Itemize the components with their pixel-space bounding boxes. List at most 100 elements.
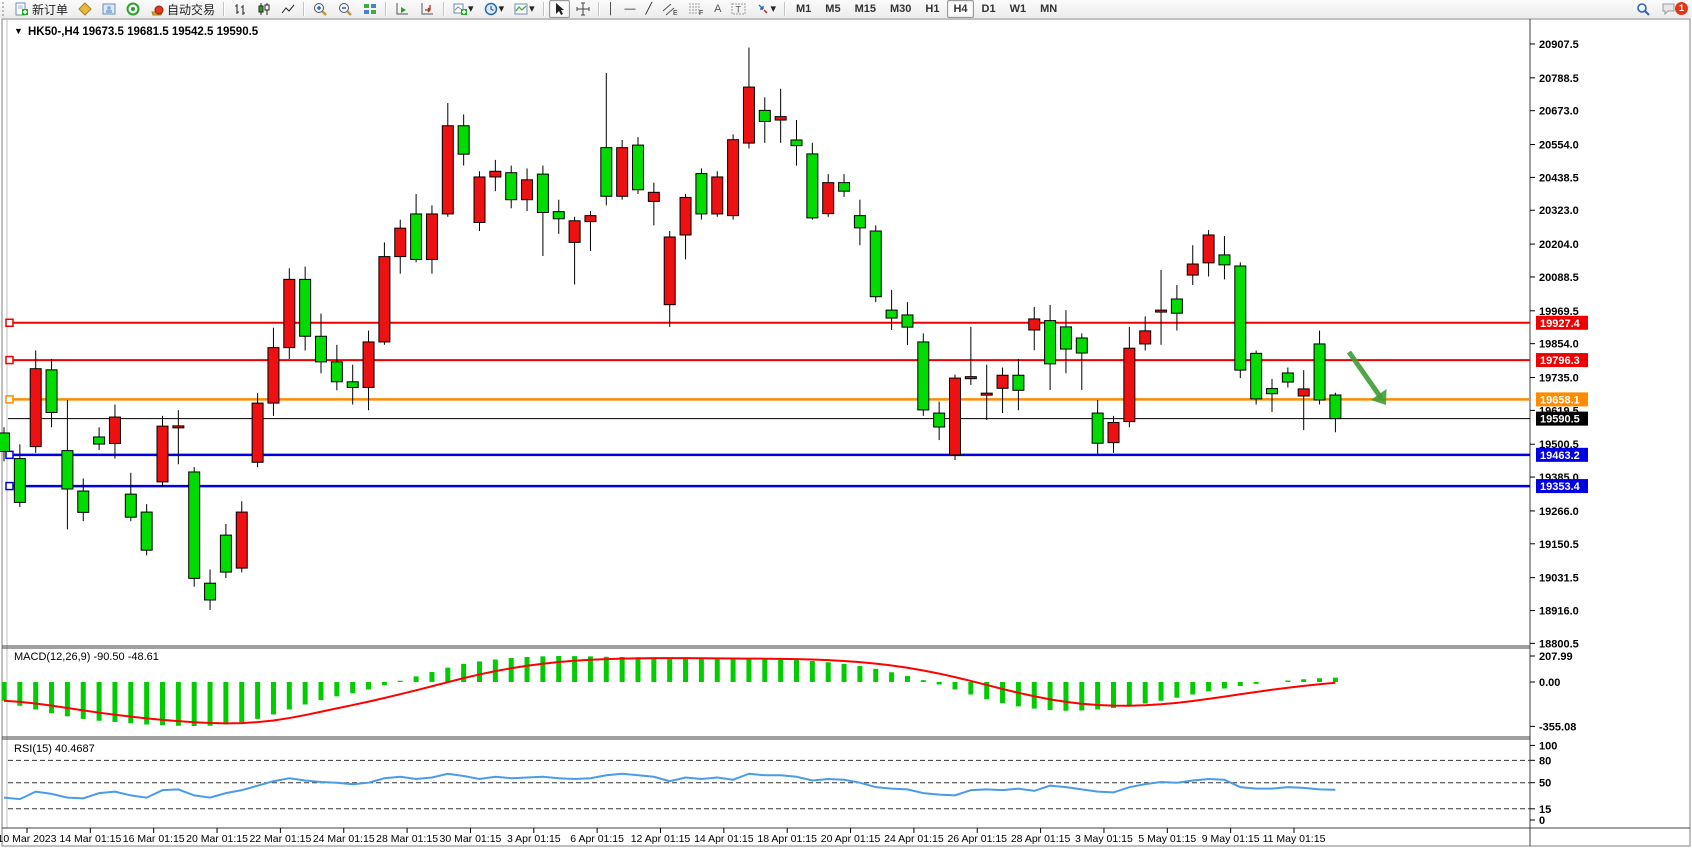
candle-bull[interactable]	[442, 126, 453, 214]
zoom-out-button[interactable]	[334, 0, 357, 18]
cursor-tool-button[interactable]	[549, 0, 570, 18]
candle-bear[interactable]	[189, 472, 200, 578]
periods-button[interactable]: ▾	[480, 0, 509, 18]
arrows-tool-button[interactable]: ▾	[752, 0, 780, 18]
candle-bear[interactable]	[220, 535, 231, 572]
candle-bull[interactable]	[1156, 310, 1167, 312]
candle-bull[interactable]	[981, 393, 992, 395]
timeframe-button-m30[interactable]: M30	[884, 0, 917, 18]
line-anchor-handle[interactable]	[6, 319, 13, 326]
candle-bear[interactable]	[1314, 344, 1325, 400]
candle-bull[interactable]	[1187, 264, 1198, 275]
candle-bull[interactable]	[1124, 348, 1135, 421]
candle-bear[interactable]	[141, 512, 152, 550]
timeframe-button-m5[interactable]: M5	[819, 0, 846, 18]
candlestick-chart-button[interactable]	[253, 0, 275, 18]
candle-bear[interactable]	[807, 154, 818, 218]
candle-bear[interactable]	[1282, 373, 1293, 382]
candle-bear[interactable]	[347, 382, 358, 388]
candle-bear[interactable]	[94, 437, 105, 444]
fibonacci-tool-button[interactable]: F	[684, 0, 708, 18]
timeframe-button-w1[interactable]: W1	[1004, 0, 1033, 18]
candle-bear[interactable]	[1267, 389, 1278, 394]
auto-scroll-button[interactable]	[416, 0, 439, 18]
candle-bull[interactable]	[965, 377, 976, 379]
vertical-line-tool-button[interactable]: │	[604, 0, 619, 18]
line-anchor-handle[interactable]	[6, 357, 13, 364]
line-anchor-handle[interactable]	[6, 451, 13, 458]
candle-bear[interactable]	[14, 459, 25, 503]
candle-bull[interactable]	[585, 216, 596, 222]
candle-bull[interactable]	[743, 87, 754, 143]
candlestick-chart[interactable]: 20907.520788.520673.020554.020438.520323…	[0, 18, 1692, 852]
market-watch-button[interactable]	[74, 0, 96, 18]
timeframe-button-h1[interactable]: H1	[919, 0, 945, 18]
zoom-in-button[interactable]	[309, 0, 332, 18]
candle-bear[interactable]	[506, 173, 517, 200]
candle-bear[interactable]	[759, 110, 770, 121]
auto-trading-button[interactable]: 自动交易	[146, 0, 219, 18]
line-anchor-handle[interactable]	[6, 396, 13, 403]
line-chart-button[interactable]	[277, 0, 299, 18]
timeframe-button-m15[interactable]: M15	[849, 0, 882, 18]
candle-bear[interactable]	[0, 433, 10, 451]
navigator-button[interactable]	[122, 0, 144, 18]
candle-bear[interactable]	[300, 279, 311, 336]
horizontal-line-tool-button[interactable]: —	[621, 0, 640, 18]
timeframe-button-mn[interactable]: MN	[1034, 0, 1063, 18]
new-chart-button[interactable]: ▾	[449, 0, 478, 18]
candle-bear[interactable]	[1013, 375, 1024, 390]
candle-bear[interactable]	[934, 413, 945, 427]
candle-bear[interactable]	[331, 362, 342, 382]
tile-windows-button[interactable]	[359, 0, 381, 18]
candle-bear[interactable]	[633, 145, 644, 190]
line-anchor-handle[interactable]	[6, 483, 13, 490]
candle-bull[interactable]	[1203, 235, 1214, 263]
candle-bull[interactable]	[648, 192, 659, 201]
candle-bull[interactable]	[775, 117, 786, 120]
candle-bull[interactable]	[379, 257, 390, 342]
candle-bear[interactable]	[601, 148, 612, 197]
candle-bear[interactable]	[839, 183, 850, 192]
candle-bear[interactable]	[537, 174, 548, 212]
search-button[interactable]	[1632, 0, 1655, 18]
toolbar-grip[interactable]	[2, 2, 8, 16]
chart-area[interactable]: 20907.520788.520673.020554.020438.520323…	[0, 18, 1692, 852]
timeframe-button-m1[interactable]: M1	[790, 0, 817, 18]
data-window-button[interactable]	[98, 0, 120, 18]
candle-bear[interactable]	[918, 342, 929, 410]
candle-bull[interactable]	[1108, 422, 1119, 442]
crosshair-tool-button[interactable]	[572, 0, 594, 18]
candle-bear[interactable]	[791, 140, 802, 146]
candle-bull[interactable]	[236, 512, 247, 568]
timeframe-button-d1[interactable]: D1	[976, 0, 1002, 18]
candle-bear[interactable]	[696, 174, 707, 214]
timeframe-button-h4[interactable]: H4	[947, 0, 973, 18]
candle-bull[interactable]	[109, 417, 120, 443]
candle-bear[interactable]	[78, 491, 89, 512]
candle-bull[interactable]	[490, 171, 501, 177]
candle-bull[interactable]	[569, 221, 580, 243]
channel-tool-button[interactable]: E	[658, 0, 682, 18]
candle-bull[interactable]	[157, 426, 168, 482]
candle-bull[interactable]	[712, 177, 723, 214]
candle-bull[interactable]	[1029, 319, 1040, 330]
candle-bear[interactable]	[205, 583, 216, 600]
candle-bear[interactable]	[125, 494, 136, 517]
text-tool-button[interactable]: A	[710, 0, 725, 18]
candle-bear[interactable]	[411, 214, 422, 260]
candle-bear[interactable]	[62, 451, 73, 489]
candle-bear[interactable]	[854, 216, 865, 228]
candle-bull[interactable]	[823, 183, 834, 214]
text-label-tool-button[interactable]: T	[727, 0, 750, 18]
candle-bear[interactable]	[46, 370, 57, 413]
trendline-tool-button[interactable]: ╱	[642, 0, 657, 18]
candle-bear[interactable]	[553, 212, 564, 219]
candle-bear[interactable]	[870, 231, 881, 297]
templates-button[interactable]: ▾	[510, 0, 539, 18]
candle-bear[interactable]	[902, 315, 913, 327]
candle-bear[interactable]	[1092, 413, 1103, 443]
candle-bull[interactable]	[522, 180, 533, 200]
candle-bear[interactable]	[316, 336, 327, 362]
candle-bull[interactable]	[363, 342, 374, 388]
